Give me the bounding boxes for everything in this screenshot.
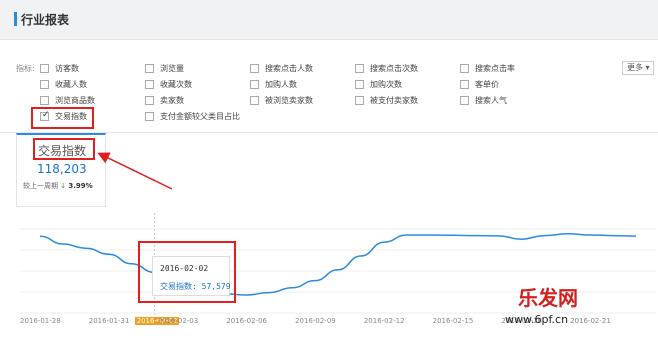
x-tick-label: 2016-02-12 bbox=[363, 317, 405, 325]
x-tick-label: 2016-02-09 bbox=[295, 317, 336, 325]
watermark-logo: 乐发网 bbox=[518, 286, 578, 310]
x-tick-label: 2016-02-06 bbox=[226, 317, 267, 325]
watermark-url: www.6pf.cn bbox=[505, 313, 569, 326]
x-tick-label: 2016-02-03 bbox=[157, 317, 199, 325]
x-tick-label: 2016-01-28 bbox=[20, 317, 61, 325]
x-tick-label: 2016-01-31 bbox=[88, 317, 130, 325]
x-tick-label: 2016-02-15 bbox=[432, 317, 474, 325]
highlight-box-tooltip bbox=[138, 241, 236, 303]
x-tick-label: 2016-02-21 bbox=[570, 317, 611, 325]
